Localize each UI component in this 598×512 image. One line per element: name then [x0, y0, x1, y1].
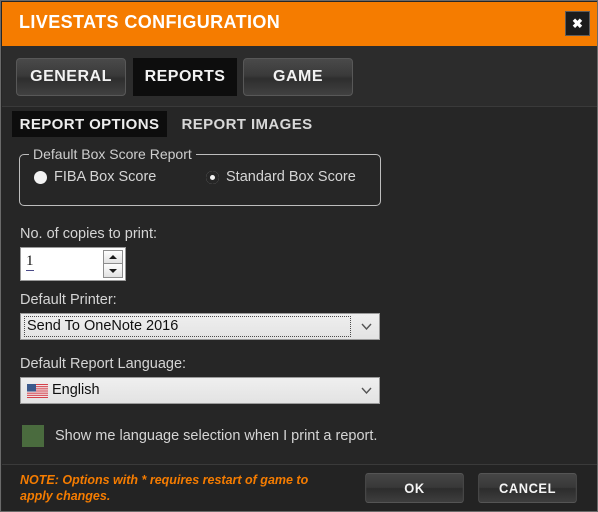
radio-ring-icon	[206, 170, 219, 184]
ok-button[interactable]: OK	[365, 473, 464, 503]
title-bar: LIVESTATS CONFIGURATION ✖	[2, 2, 597, 46]
chevron-down-icon	[361, 323, 372, 330]
copies-stepper-buttons	[103, 250, 123, 278]
report-options-panel: Default Box Score Report FIBA Box Score …	[2, 139, 597, 464]
restart-note: NOTE: Options with * requires restart of…	[20, 473, 309, 503]
tab-general-label: GENERAL	[30, 68, 112, 85]
close-icon: ✖	[572, 16, 583, 31]
subtab-report-images[interactable]: REPORT IMAGES	[177, 111, 317, 137]
footer-bar: NOTE: Options with * requires restart of…	[2, 464, 597, 511]
default-report-language-value: English	[52, 382, 100, 398]
subtab-report-options[interactable]: REPORT OPTIONS	[12, 111, 167, 137]
language-label: Default Report Language:	[20, 356, 187, 372]
subtab-report-images-label: REPORT IMAGES	[181, 115, 313, 133]
copies-increment-button[interactable]	[103, 250, 123, 264]
default-printer-select[interactable]: Send To OneNote 2016	[20, 313, 380, 340]
triangle-down-icon	[109, 268, 117, 273]
default-printer-value: Send To OneNote 2016	[24, 316, 351, 337]
cancel-button[interactable]: CANCEL	[478, 473, 577, 503]
sub-tab-bar: REPORT OPTIONS REPORT IMAGES	[2, 107, 597, 139]
copies-decrement-button[interactable]	[103, 264, 123, 278]
copies-input[interactable]: 1	[26, 253, 34, 271]
show-language-selection-checkbox[interactable]: Show me language selection when I print …	[22, 425, 377, 447]
tab-general[interactable]: GENERAL	[16, 58, 126, 96]
checkbox-checked-icon	[22, 425, 44, 447]
us-flag-icon	[27, 384, 48, 398]
close-button[interactable]: ✖	[565, 11, 590, 36]
ok-button-label: OK	[404, 480, 425, 496]
default-box-score-groupbox: Default Box Score Report FIBA Box Score …	[19, 146, 381, 206]
box-score-radio-group: FIBA Box Score Standard Box Score	[20, 169, 380, 193]
copies-stepper[interactable]: 1	[20, 247, 126, 281]
show-language-selection-label: Show me language selection when I print …	[55, 428, 378, 444]
main-tab-bar: GENERAL REPORTS GAME	[2, 46, 597, 107]
tab-reports-label: REPORTS	[144, 68, 226, 85]
default-report-language-select[interactable]: English	[20, 377, 380, 404]
radio-fiba-box-score-label: FIBA Box Score	[54, 169, 157, 185]
printer-label: Default Printer:	[20, 292, 117, 308]
livestats-configuration-window: LIVESTATS CONFIGURATION ✖ GENERAL REPORT…	[0, 0, 598, 512]
tab-game-label: GAME	[273, 68, 323, 85]
tab-reports[interactable]: REPORTS	[133, 58, 237, 96]
radio-fiba-box-score[interactable]: FIBA Box Score	[34, 169, 156, 185]
groupbox-legend: Default Box Score Report	[29, 146, 196, 162]
tab-game[interactable]: GAME	[243, 58, 353, 96]
window-title: LIVESTATS CONFIGURATION	[19, 12, 281, 32]
chevron-down-icon	[361, 387, 372, 394]
radio-filled-icon	[34, 170, 47, 184]
radio-standard-box-score[interactable]: Standard Box Score	[206, 169, 356, 185]
copies-label: No. of copies to print:	[20, 226, 158, 242]
radio-standard-box-score-label: Standard Box Score	[226, 169, 356, 185]
cancel-button-label: CANCEL	[499, 480, 556, 496]
subtab-report-options-label: REPORT OPTIONS	[19, 115, 160, 133]
triangle-up-icon	[109, 255, 117, 259]
